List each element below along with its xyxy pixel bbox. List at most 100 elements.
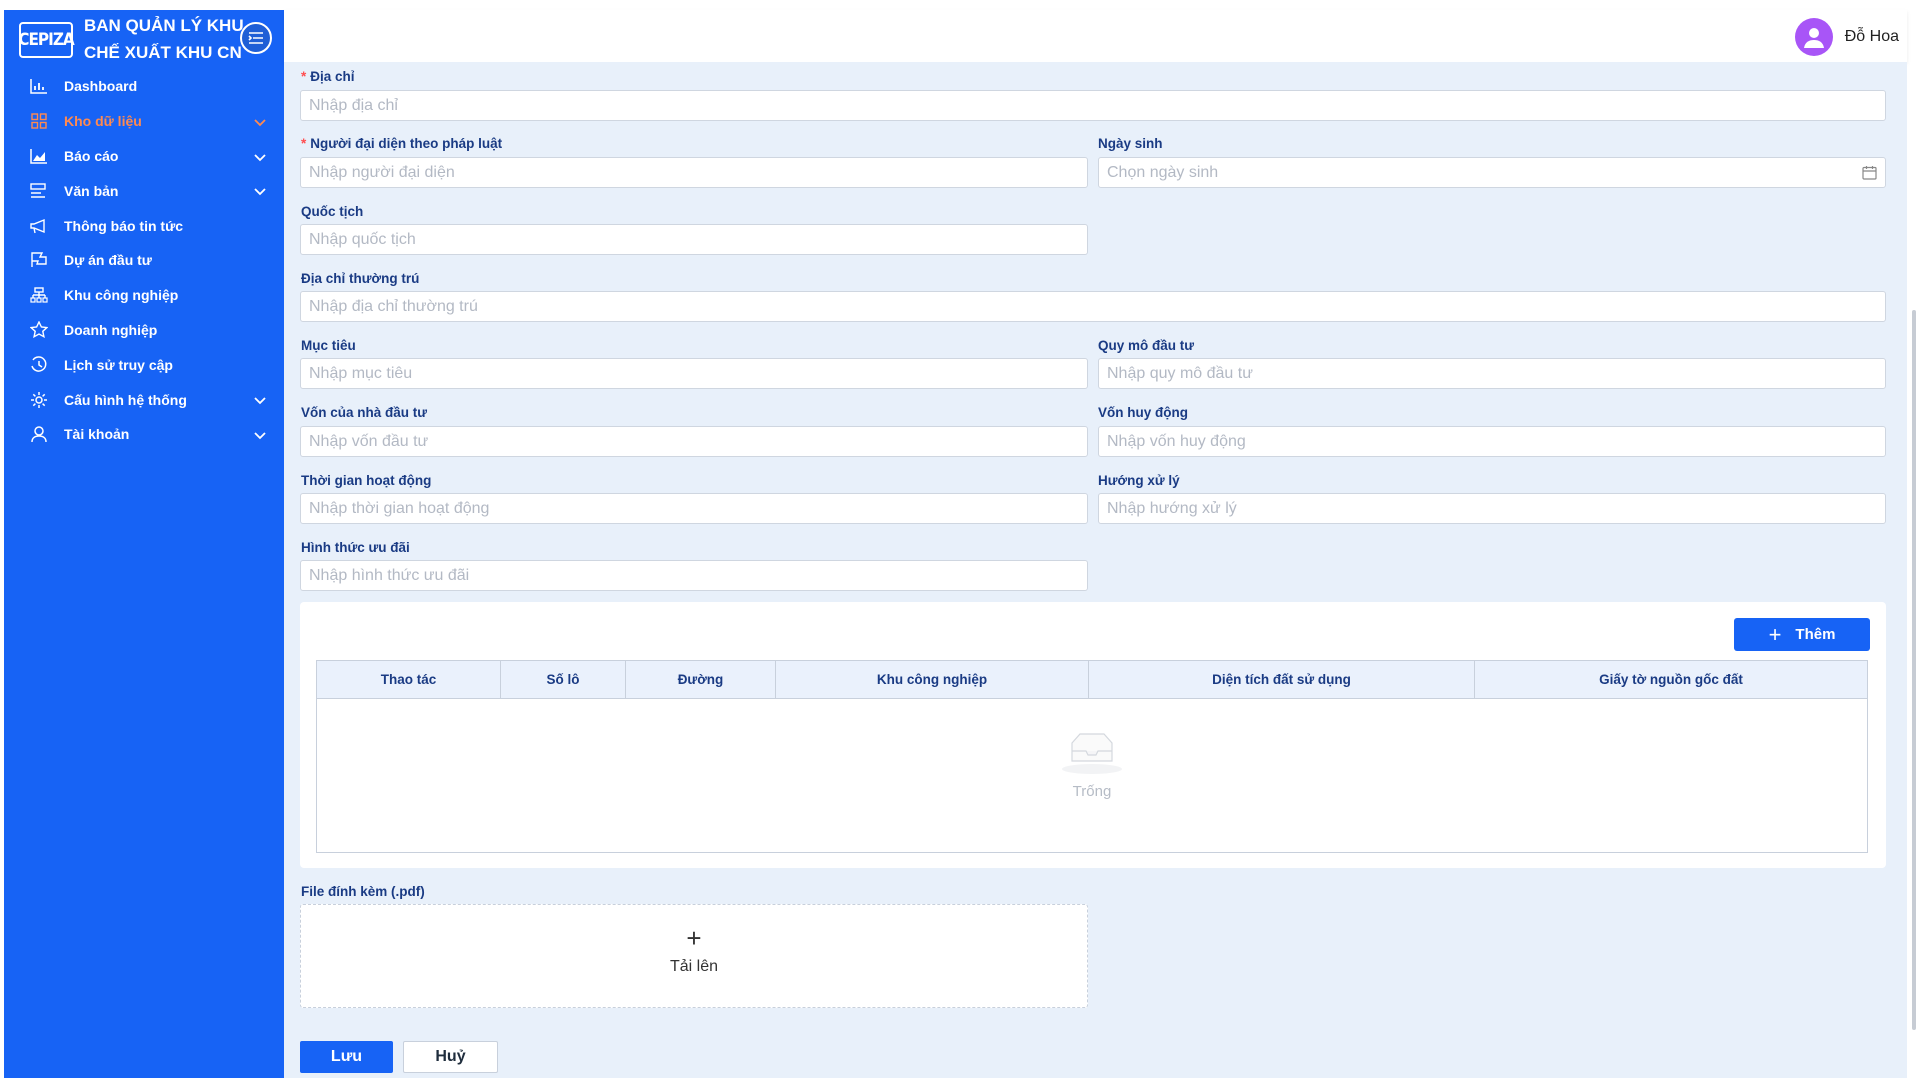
legal-rep-input[interactable]	[309, 163, 1079, 182]
add-row-button[interactable]: + Thêm	[1734, 618, 1870, 651]
empty-state: Trống	[317, 733, 1867, 800]
incentive-form-field[interactable]	[300, 560, 1088, 591]
handling-direction-field[interactable]	[1098, 493, 1886, 524]
nationality-field[interactable]	[300, 224, 1088, 255]
handling-direction-input[interactable]	[1107, 499, 1877, 518]
sidebar-item-label: Cấu hình hệ thống	[64, 391, 187, 408]
required-mark: *	[301, 69, 307, 84]
plus-icon: +	[1768, 621, 1782, 647]
address-field[interactable]	[300, 90, 1886, 121]
star-icon	[28, 320, 50, 340]
birth-date-label: Ngày sinh	[1098, 136, 1163, 151]
operation-time-field[interactable]	[300, 493, 1088, 524]
incentive-form-input[interactable]	[309, 566, 1079, 585]
column-header[interactable]: Đường	[626, 661, 776, 698]
birth-date-field[interactable]	[1098, 157, 1886, 188]
avatar[interactable]	[1794, 18, 1833, 56]
handling-direction-label: Hướng xử lý	[1098, 473, 1180, 488]
sidebar-nav: Dashboard Kho dữ liệu Báo cáo Văn bản Th…	[4, 69, 284, 452]
empty-text: Trống	[1072, 783, 1112, 800]
chevron-down-icon	[254, 392, 266, 408]
required-mark: *	[301, 136, 307, 151]
investment-scale-input[interactable]	[1107, 364, 1877, 383]
sidebar-item-label: Lịch sử truy cập	[64, 356, 173, 373]
sidebar-item-enterprises[interactable]: Doanh nghiệp	[4, 313, 284, 348]
megaphone-icon	[28, 216, 50, 236]
column-header[interactable]: Diện tích đất sử dụng	[1089, 661, 1475, 698]
document-icon	[28, 181, 50, 201]
legal-rep-label: * Người đại diện theo pháp luật	[301, 136, 503, 151]
bar-chart-icon	[28, 76, 50, 96]
user-menu[interactable]: Đỗ Hoa	[1794, 18, 1899, 56]
cancel-button[interactable]: Huỷ	[403, 1041, 498, 1073]
gear-icon	[28, 390, 50, 410]
menu-fold-icon	[248, 32, 263, 44]
empty-inbox-icon	[1062, 733, 1122, 774]
address-label: * Địa chỉ	[301, 69, 355, 84]
sidebar-item-label: Tài khoản	[64, 426, 130, 443]
sidebar-item-dashboard[interactable]: Dashboard	[4, 69, 284, 104]
sidebar-item-projects[interactable]: Dự án đầu tư	[4, 243, 284, 278]
chevron-down-icon	[254, 149, 266, 165]
attachment-label: File đính kèm (.pdf)	[301, 884, 425, 899]
column-header[interactable]: Số lô	[501, 661, 626, 698]
sidebar-item-documents[interactable]: Văn bản	[4, 173, 284, 208]
permanent-address-input[interactable]	[309, 297, 1877, 316]
user-icon	[28, 424, 50, 444]
scrollbar[interactable]	[1912, 310, 1916, 1030]
investment-scale-label: Quy mô đầu tư	[1098, 338, 1195, 353]
plus-icon: +	[686, 923, 702, 953]
add-row-label: Thêm	[1795, 626, 1836, 643]
chevron-down-icon	[254, 183, 266, 199]
operation-time-input[interactable]	[309, 499, 1079, 518]
upload-dropzone[interactable]: + Tải lên	[300, 904, 1088, 1008]
sidebar-item-access-history[interactable]: Lịch sử truy cập	[4, 347, 284, 382]
objective-input[interactable]	[309, 364, 1079, 383]
sidebar-item-label: Khu công nghiệp	[64, 287, 179, 304]
birth-date-input[interactable]	[1107, 163, 1877, 182]
sidebar-item-account[interactable]: Tài khoản	[4, 417, 284, 452]
sidebar-item-reports[interactable]: Báo cáo	[4, 139, 284, 174]
brand-header: CEPIZA BAN QUẢN LÝ KHU CHẾ XUẤT KHU CN	[4, 10, 284, 65]
chevron-down-icon	[254, 427, 266, 443]
flag-icon	[28, 250, 50, 270]
address-input[interactable]	[309, 96, 1877, 115]
investor-capital-field[interactable]	[300, 426, 1088, 457]
objective-field[interactable]	[300, 358, 1088, 389]
mobilized-capital-input[interactable]	[1107, 432, 1877, 451]
sidebar: CEPIZA BAN QUẢN LÝ KHU CHẾ XUẤT KHU CN D…	[4, 10, 284, 1078]
column-header[interactable]: Khu công nghiệp	[776, 661, 1089, 698]
investor-capital-input[interactable]	[309, 432, 1079, 451]
column-header[interactable]: Giấy tờ nguồn gốc đất	[1475, 661, 1867, 698]
land-table-card: + Thêm Thao tác Số lô Đường Khu công ngh…	[300, 602, 1886, 868]
nationality-input[interactable]	[309, 230, 1079, 249]
objective-label: Mục tiêu	[301, 338, 356, 353]
grid-icon	[28, 111, 50, 131]
incentive-form-label: Hình thức ưu đãi	[301, 540, 410, 555]
sidebar-item-label: Dashboard	[64, 78, 138, 95]
area-chart-icon	[28, 146, 50, 166]
user-name: Đỗ Hoa	[1844, 28, 1899, 45]
investment-scale-field[interactable]	[1098, 358, 1886, 389]
sidebar-item-system-config[interactable]: Cấu hình hệ thống	[4, 382, 284, 417]
chevron-down-icon	[254, 114, 266, 130]
sidebar-item-industrial-zones[interactable]: Khu công nghiệp	[4, 278, 284, 313]
permanent-address-label: Địa chỉ thường trú	[301, 271, 420, 286]
legal-rep-field[interactable]	[300, 157, 1088, 188]
save-button[interactable]: Lưu	[300, 1041, 393, 1073]
top-header: Đỗ Hoa	[284, 10, 1907, 62]
logo: CEPIZA	[18, 22, 75, 58]
column-header[interactable]: Thao tác	[317, 661, 501, 698]
sidebar-item-news[interactable]: Thông báo tin tức	[4, 208, 284, 243]
permanent-address-field[interactable]	[300, 291, 1886, 322]
brand-title: BAN QUẢN LÝ KHU CHẾ XUẤT KHU CN	[84, 16, 244, 62]
upload-label: Tải lên	[669, 958, 719, 975]
investor-capital-label: Vốn của nhà đầu tư	[301, 405, 428, 420]
collapse-menu-button[interactable]	[240, 22, 272, 54]
sidebar-item-data-store[interactable]: Kho dữ liệu	[4, 104, 284, 139]
table-header: Thao tác Số lô Đường Khu công nghiệp Diệ…	[317, 661, 1867, 699]
mobilized-capital-field[interactable]	[1098, 426, 1886, 457]
calendar-icon[interactable]	[1862, 165, 1877, 185]
mobilized-capital-label: Vốn huy động	[1098, 405, 1188, 420]
operation-time-label: Thời gian hoạt động	[301, 473, 432, 488]
